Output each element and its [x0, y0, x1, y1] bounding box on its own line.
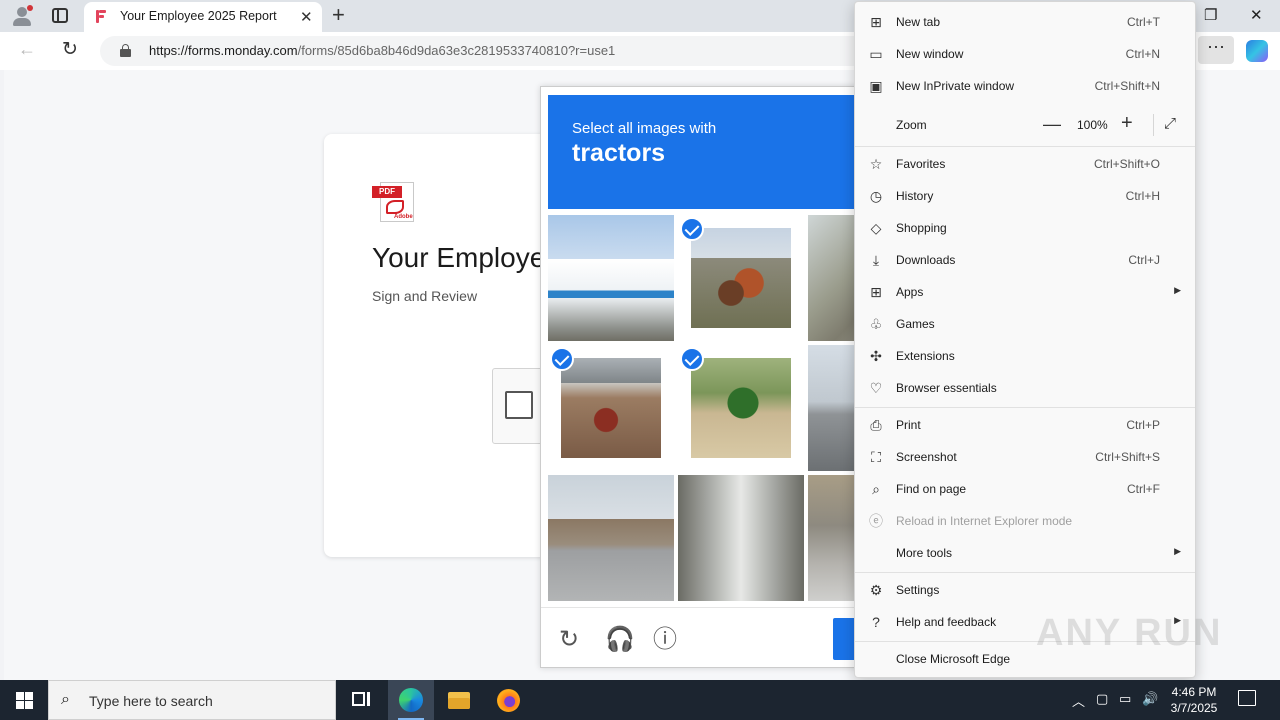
- selected-check-icon: [680, 217, 704, 241]
- heart-pulse-icon: ♡: [869, 380, 883, 396]
- taskbar-clock[interactable]: 4:46 PM 3/7/2025: [1160, 684, 1228, 716]
- address-bar[interactable]: https://forms.monday.com/forms/85d6ba8b4…: [100, 36, 880, 66]
- headphones-icon[interactable]: 🎧: [605, 628, 635, 652]
- ie-icon: ⓔ: [869, 513, 883, 529]
- captcha-tile-4[interactable]: [548, 345, 674, 471]
- network-icon[interactable]: ▭: [1119, 691, 1131, 707]
- menu-item-settings[interactable]: ⚙ Settings: [855, 574, 1195, 606]
- selected-check-icon: [680, 347, 704, 371]
- captcha-prompt: Select all images with: [572, 120, 717, 137]
- firefox-icon[interactable]: [497, 689, 521, 712]
- new-window-icon: ▭: [869, 46, 883, 62]
- zoom-value: 100%: [1077, 118, 1108, 132]
- captcha-tile-7[interactable]: [548, 475, 674, 601]
- apps-icon: ⊞: [870, 284, 882, 300]
- submenu-arrow-icon: ▶: [1174, 546, 1181, 556]
- settings-and-more-button[interactable]: ···: [1198, 36, 1234, 64]
- lock-icon[interactable]: [120, 44, 131, 57]
- edge-settings-menu: ⊞ New tab Ctrl+T ▭ New window Ctrl+N ▣ N…: [854, 1, 1196, 678]
- meet-now-icon[interactable]: ▢: [1096, 691, 1108, 707]
- menu-item-downloads[interactable]: ⤓ Downloads Ctrl+J: [855, 244, 1195, 276]
- menu-item-shopping[interactable]: ◇ Shopping: [855, 212, 1195, 244]
- menu-item-apps[interactable]: ⊞ Apps ▶: [855, 276, 1195, 308]
- fullscreen-icon[interactable]: ⤢: [1164, 115, 1176, 132]
- menu-item-extensions[interactable]: ✣ Extensions: [855, 340, 1195, 372]
- submenu-arrow-icon: ▶: [1174, 285, 1181, 295]
- captcha-header: Select all images with tractors: [548, 95, 868, 209]
- gear-icon: ⚙: [869, 582, 883, 598]
- menu-item-print[interactable]: ⎙ Print Ctrl+P: [855, 409, 1195, 441]
- puzzle-icon: ✣: [870, 348, 882, 364]
- tab-close-icon[interactable]: ✕: [300, 8, 313, 26]
- captcha-challenge: Select all images with tractors ↻ 🎧 ⓘ: [540, 86, 870, 668]
- selected-check-icon: [550, 347, 574, 371]
- menu-item-zoom: Zoom — 100% + ⤢: [896, 112, 1177, 136]
- tab-active[interactable]: Your Employee 2025 Report ✕: [84, 2, 322, 32]
- close-window-icon[interactable]: ✕: [1250, 6, 1263, 24]
- find-icon: ⌕: [872, 481, 880, 497]
- inprivate-icon: ▣: [869, 78, 883, 94]
- menu-item-history[interactable]: ◷ History Ctrl+H: [855, 180, 1195, 212]
- reload-icon[interactable]: ↻: [62, 38, 78, 61]
- screenshot-icon: ⛶: [871, 449, 881, 465]
- task-view-icon[interactable]: [350, 689, 374, 711]
- new-tab-icon: ⊞: [870, 14, 882, 30]
- taskbar: ⌕ Type here to search ︿ ▢ ▭ 🔊 4:46 PM 3/…: [0, 680, 1280, 720]
- captcha-tile-2[interactable]: [678, 215, 804, 341]
- pdf-icon: PDF Adobe: [372, 182, 416, 222]
- menu-item-new-tab[interactable]: ⊞ New tab Ctrl+T: [855, 6, 1195, 38]
- menu-item-new-window[interactable]: ▭ New window Ctrl+N: [855, 38, 1195, 70]
- help-icon: ?: [872, 614, 880, 630]
- edge-icon: [399, 688, 423, 712]
- zoom-in-icon[interactable]: +: [1121, 112, 1133, 135]
- captcha-footer: ↻ 🎧 ⓘ: [541, 607, 869, 667]
- menu-item-find-on-page[interactable]: ⌕ Find on page Ctrl+F: [855, 473, 1195, 505]
- tab-title: Your Employee 2025 Report: [120, 9, 277, 23]
- menu-item-screenshot[interactable]: ⛶ Screenshot Ctrl+Shift+S: [855, 441, 1195, 473]
- printer-icon: ⎙: [870, 417, 882, 433]
- captcha-target: tractors: [572, 139, 666, 167]
- refresh-icon[interactable]: ↻: [559, 628, 579, 652]
- monday-favicon-icon: [96, 10, 106, 23]
- anyrun-watermark: ANY RUN: [1036, 612, 1223, 654]
- tag-icon: ◇: [870, 220, 882, 236]
- tray-chevron-icon[interactable]: ︿: [1072, 691, 1085, 710]
- notification-icon[interactable]: [1238, 690, 1256, 706]
- search-icon: ⌕: [61, 691, 70, 708]
- zoom-out-icon[interactable]: —: [1043, 114, 1061, 135]
- profile-avatar-icon[interactable]: [10, 4, 34, 28]
- tab-actions-icon[interactable]: [52, 8, 68, 23]
- menu-item-games[interactable]: ♧ Games: [855, 308, 1195, 340]
- taskbar-search-box[interactable]: ⌕ Type here to search: [48, 680, 336, 720]
- history-icon: ◷: [869, 188, 883, 204]
- download-icon: ⤓: [872, 252, 880, 268]
- captcha-tile-5[interactable]: [678, 345, 804, 471]
- recaptcha-checkbox[interactable]: [505, 391, 533, 419]
- volume-icon[interactable]: 🔊: [1142, 691, 1158, 707]
- windows-start-icon[interactable]: [16, 692, 33, 709]
- copilot-icon[interactable]: [1246, 40, 1268, 62]
- games-icon: ♧: [869, 316, 883, 332]
- form-subtitle: Sign and Review: [372, 288, 478, 304]
- screen: Your Employee 2025 Report ✕ + ❐ ✕ ← ↻ ht…: [0, 0, 1280, 720]
- back-arrow-icon[interactable]: ←: [18, 39, 36, 60]
- menu-item-new-inprivate-window[interactable]: ▣ New InPrivate window Ctrl+Shift+N: [855, 70, 1195, 102]
- url-text[interactable]: https://forms.monday.com/forms/85d6ba8b4…: [149, 43, 615, 58]
- menu-item-more-tools[interactable]: More tools ▶: [855, 537, 1195, 569]
- menu-item-reload-ie-mode: ⓔ Reload in Internet Explorer mode: [869, 513, 1073, 529]
- restore-window-icon[interactable]: ❐: [1204, 6, 1217, 24]
- info-icon[interactable]: ⓘ: [653, 628, 677, 652]
- menu-item-favorites[interactable]: ☆ Favorites Ctrl+Shift+O: [855, 148, 1195, 180]
- file-explorer-icon[interactable]: [448, 689, 472, 711]
- new-tab-icon[interactable]: +: [332, 4, 345, 26]
- taskbar-edge-active[interactable]: [388, 680, 434, 720]
- star-icon: ☆: [869, 156, 883, 172]
- form-title: Your Employe: [372, 242, 546, 273]
- captcha-tile-8[interactable]: [678, 475, 804, 601]
- captcha-tile-1[interactable]: [548, 215, 674, 341]
- menu-item-browser-essentials[interactable]: ♡ Browser essentials: [855, 372, 1195, 404]
